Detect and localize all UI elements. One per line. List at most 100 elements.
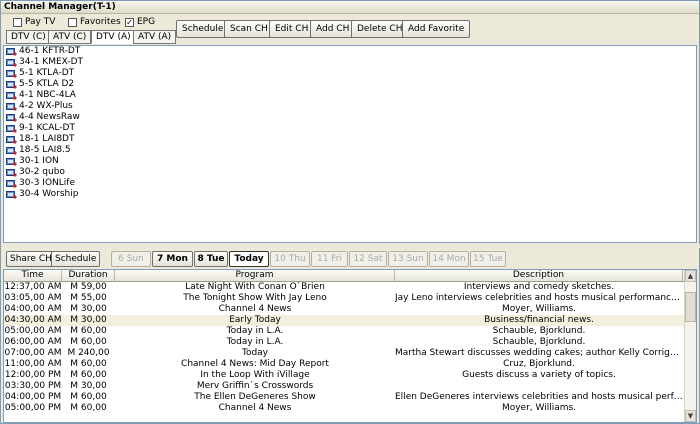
channel-item[interactable]: 5-1 KTLA-DT [4,68,696,79]
tab-dtv-a[interactable]: DTV (A) [91,30,136,44]
cell-time: 05:00,00 AM [4,326,62,336]
table-row[interactable]: 06:00,00 AM M 60,00 Today in L.A. Schauble,… [4,337,696,348]
scroll-thumb[interactable] [685,292,696,322]
add-favorite-button[interactable]: Add Favorite [402,20,471,38]
cell-description: Schauble, Bjorklund. [492,337,586,347]
channel-list[interactable]: 46-1 KFTR-DT 34-1 KMEX-DT 5-1 KTLA-DT 5-… [3,45,697,243]
channel-label: 4-4 NewsRaw [19,112,80,122]
cell-program: Channel 4 News [218,403,292,413]
channel-item[interactable]: 30-1 ION [4,156,696,167]
day-button-15-tue[interactable]: 15 Tue [470,251,506,267]
day-button-8-tue[interactable]: 8 Tue [194,251,228,267]
tab-atv-a[interactable]: ATV (A) [133,30,177,44]
channel-label: 5-1 KTLA-DT [19,68,75,78]
tv-icon [6,58,17,67]
share-ch-button[interactable]: Share CH [6,251,56,267]
cell-program: Channel 4 News [218,304,292,314]
table-row[interactable]: 12:00,00 PM M 60,00 In the Loop With iVill… [4,370,696,381]
channel-manager-window: Channel Manager(T-1) Pay TV Favorites ✓ … [0,0,700,424]
cell-description: Jay Leno interviews celebrities and host… [395,293,683,303]
delete-ch-button[interactable]: Delete CH [351,20,409,38]
channel-item[interactable]: 4-2 WX-Plus [4,101,696,112]
cell-program: Merv Griffin`s Crosswords [196,381,314,391]
column-header-duration[interactable]: Duration [62,270,115,281]
favorites-checkbox[interactable]: Favorites [68,17,121,27]
cell-time: 06:00,00 AM [4,337,62,347]
day-button-today[interactable]: Today [229,251,269,267]
tv-icon [6,168,17,177]
column-header-description[interactable]: Description [395,270,683,281]
channel-item[interactable]: 18-1 LAI8DT [4,134,696,145]
channel-item[interactable]: 9-1 KCAL-DT [4,123,696,134]
day-button-11-fri[interactable]: 11 Fri [311,251,348,267]
cell-time: 11:00,00 AM [4,359,62,369]
table-row[interactable]: 11:00,00 AM M 60,00 Channel 4 News: Mid Da… [4,359,696,370]
channel-item[interactable]: 5-5 KTLA D2 [4,79,696,90]
table-row[interactable]: 03:05,00 AM M 55,00 The Tonight Show With … [4,293,696,304]
cell-time: 12:37,00 AM [4,282,62,292]
column-header-program[interactable]: Program [115,270,395,281]
cell-program: Channel 4 News: Mid Day Report [181,359,329,369]
channel-item[interactable]: 4-1 NBC-4LA [4,90,696,101]
table-row[interactable]: 04:00,00 AM M 30,00 Channel 4 News Moyer, W… [4,304,696,315]
cell-description: Martha Stewart discusses wedding cakes; … [395,348,683,358]
cell-description: Schauble, Bjorklund. [492,326,586,336]
channel-label: 9-1 KCAL-DT [19,123,75,133]
schedule-grid[interactable]: Time Duration Program Description 12:37,… [3,269,697,423]
channel-label: 4-1 NBC-4LA [19,90,76,100]
day-button-7-mon[interactable]: 7 Mon [152,251,193,267]
tab-dtv-c[interactable]: DTV (C) [6,30,51,44]
cell-duration: M 60,00 [70,359,107,369]
cell-duration: M 60,00 [70,403,107,413]
cell-program: Early Today [229,315,281,325]
vertical-scrollbar[interactable]: ▲ ▼ [684,270,696,422]
grid-body: 12:37,00 AM M 59,00 Late Night With Conan … [4,282,696,414]
column-header-time[interactable]: Time [4,270,62,281]
day-button-6-sun[interactable]: 6 Sun [111,251,151,267]
table-row[interactable]: 04:30,00 AM M 30,00 Early Today Business/fi… [4,315,696,326]
scan-ch-button[interactable]: Scan CH [224,20,274,38]
channel-item[interactable]: 4-4 NewsRaw [4,112,696,123]
table-row[interactable]: 03:30,00 PM M 30,00 Merv Griffin`s Crosswo… [4,381,696,392]
checkbox-box-checked: ✓ [125,17,134,27]
channel-item[interactable]: 34-1 KMEX-DT [4,57,696,68]
cell-description: Moyer, Williams. [501,403,577,413]
table-row[interactable]: 05:00,00 PM M 60,00 Channel 4 News Moyer, W… [4,403,696,414]
day-button-10-thu[interactable]: 10 Thu [270,251,310,267]
cell-description: Guests discuss a variety of topics. [462,370,616,380]
tv-icon [6,69,17,78]
day-button-13-sun[interactable]: 13 Sun [388,251,428,267]
channel-item[interactable]: 30-2 qubo [4,167,696,178]
cell-description: Cruz, Bjorklund. [503,359,575,369]
scroll-down-icon[interactable]: ▼ [685,410,696,422]
cell-description: Moyer, Williams. [501,304,577,314]
cell-time: 03:30,00 PM [4,381,62,391]
channel-item[interactable]: 30-3 IONLife [4,178,696,189]
schedule-button[interactable]: Schedule [51,251,101,267]
tab-atv-c[interactable]: ATV (C) [48,30,92,44]
add-ch-button[interactable]: Add CH [310,20,356,38]
tv-icon [6,102,17,111]
cell-duration: M 30,00 [70,304,107,314]
channel-label: 34-1 KMEX-DT [19,57,84,67]
channel-label: 5-5 KTLA D2 [19,79,75,89]
pay-tv-checkbox[interactable]: Pay TV [13,17,55,27]
tv-icon [6,157,17,166]
toolbar: Pay TV Favorites ✓ EPG DTV (C) ATV (C) D… [1,14,699,44]
table-row[interactable]: 05:00,00 AM M 60,00 Today in L.A. Schauble,… [4,326,696,337]
checkbox-box [68,17,77,27]
channel-item[interactable]: 30-4 Worship [4,189,696,200]
table-row[interactable]: 07:00,00 AM M 240,00 Today Martha Stewart d… [4,348,696,359]
panel-splitter[interactable] [1,244,700,248]
channel-item[interactable]: 18-5 LAI8.5 [4,145,696,156]
day-button-14-mon[interactable]: 14 Mon [429,251,469,267]
epg-checkbox[interactable]: ✓ EPG [125,17,155,27]
scroll-up-icon[interactable]: ▲ [685,270,696,282]
table-row[interactable]: 04:00,00 PM M 60,00 The Ellen DeGeneres Sh… [4,392,696,403]
cell-description [395,381,683,392]
cell-duration: M 60,00 [70,392,107,402]
table-row[interactable]: 12:37,00 AM M 59,00 Late Night With Conan … [4,282,696,293]
channel-item[interactable]: 46-1 KFTR-DT [4,46,696,57]
edit-ch-button[interactable]: Edit CH [269,20,315,38]
day-button-12-sat[interactable]: 12 Sat [349,251,387,267]
